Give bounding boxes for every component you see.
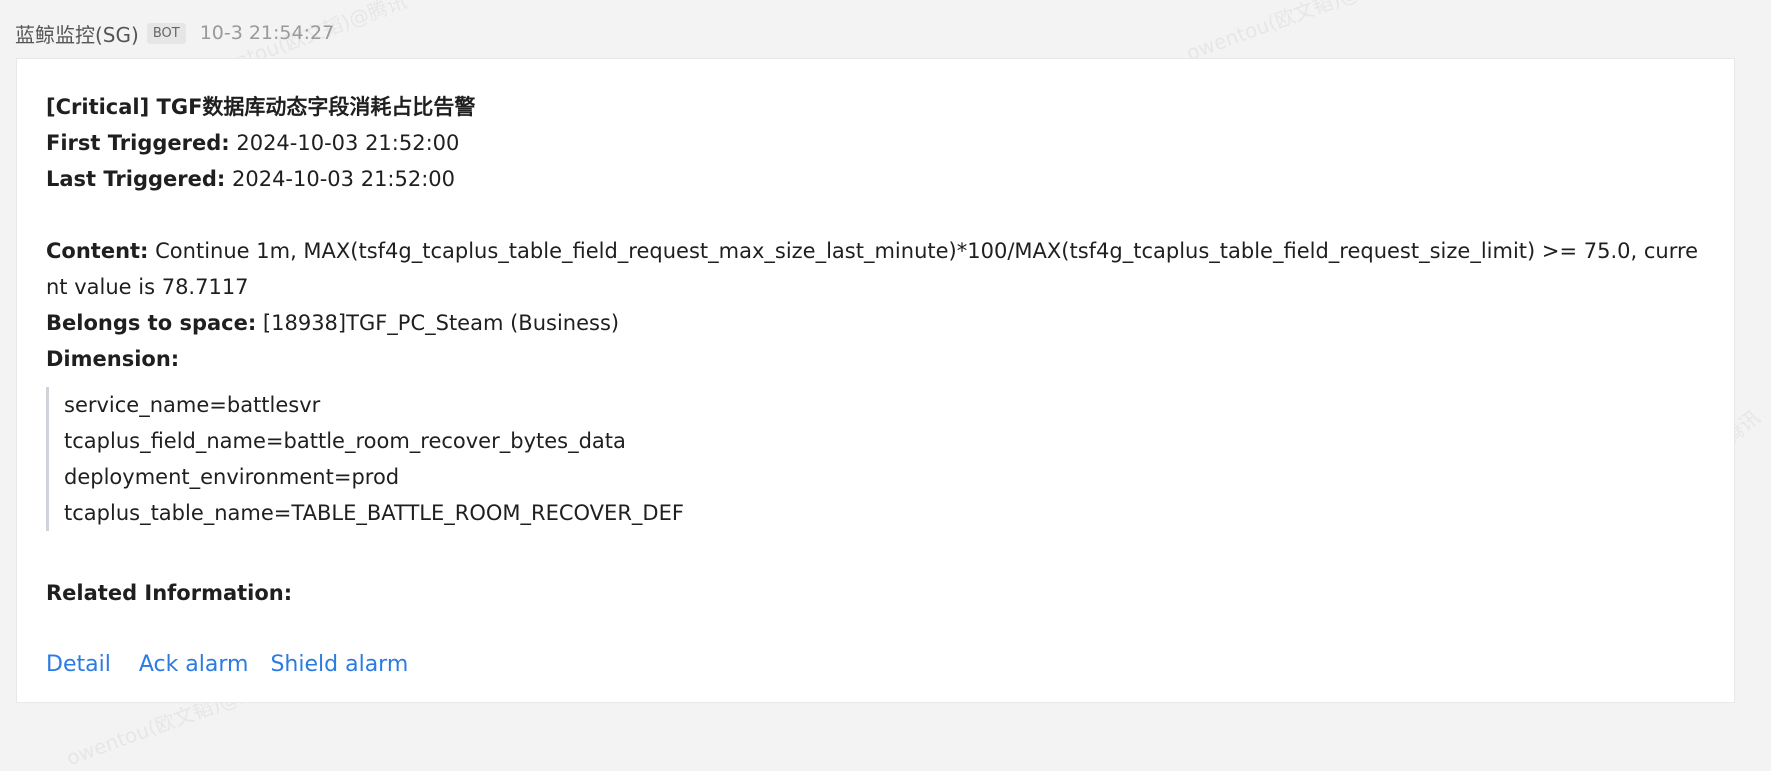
alert-title: [Critical] TGF数据库动态字段消耗占比告警 [46, 95, 476, 119]
content-label: Content: [46, 239, 149, 263]
dimension-label: Dimension: [46, 347, 180, 371]
related-information-heading: Related Information: [46, 581, 293, 605]
space-row: Belongs to space: [18938]TGF_PC_Steam (B… [46, 305, 1705, 341]
last-triggered-value: 2024-10-03 21:52:00 [225, 167, 456, 191]
sender-name[interactable]: 蓝鲸监控(SG) [15, 19, 139, 48]
dimension-item: tcaplus_table_name=TABLE_BATTLE_ROOM_REC… [64, 501, 684, 525]
dimension-item: service_name=battlesvr [64, 393, 321, 417]
bot-badge: BOT [146, 22, 186, 44]
first-triggered-label: First Triggered: [46, 131, 230, 155]
space-value: [18938]TGF_PC_Steam (Business) [256, 311, 620, 335]
detail-link[interactable]: Detail [46, 647, 111, 683]
last-triggered-label: Last Triggered: [46, 167, 226, 191]
last-triggered-row: Last Triggered: 2024-10-03 21:52:00 [46, 161, 1705, 197]
message-timestamp: 10-3 21:54:27 [199, 22, 335, 44]
dimension-row: Dimension: [46, 341, 1705, 377]
watermark-text: owentou(欧文韬)@腾讯 [1183, 0, 1400, 66]
dimension-item: deployment_environment=prod [64, 465, 400, 489]
first-triggered-value: 2024-10-03 21:52:00 [229, 131, 460, 155]
first-triggered-row: First Triggered: 2024-10-03 21:52:00 [46, 125, 1705, 161]
message-header: 蓝鲸监控(SG) BOT 10-3 21:54:27 [15, 18, 334, 48]
alert-card: [Critical] TGF数据库动态字段消耗占比告警 First Trigge… [16, 58, 1735, 703]
space-label: Belongs to space: [46, 311, 257, 335]
content-value: Continue 1m, MAX(tsf4g_tcaplus_table_fie… [46, 239, 1699, 299]
ack-alarm-link[interactable]: Ack alarm [139, 647, 249, 683]
shield-alarm-link[interactable]: Shield alarm [270, 647, 408, 683]
action-links: Detail Ack alarm Shield alarm [46, 647, 1705, 683]
content-row: Content: Continue 1m, MAX(tsf4g_tcaplus_… [46, 233, 1711, 305]
dimension-item: tcaplus_field_name=battle_room_recover_b… [64, 429, 626, 453]
dimension-quote: service_name=battlesvr tcaplus_field_nam… [46, 387, 1705, 531]
